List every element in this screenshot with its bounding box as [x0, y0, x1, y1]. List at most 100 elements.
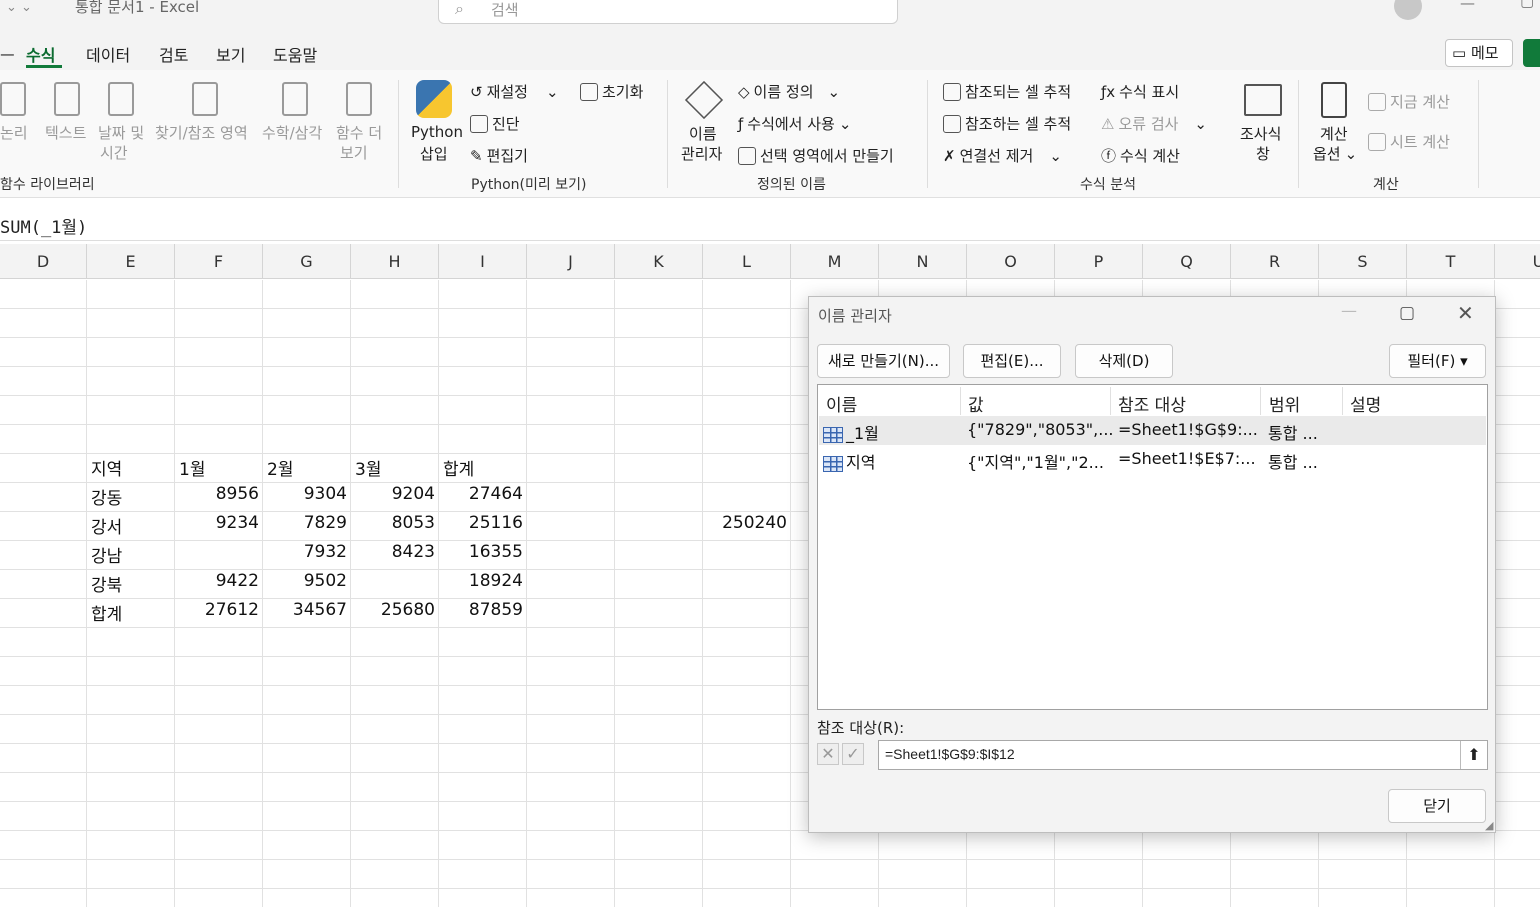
new-name-button[interactable]: 새로 만들기(N)...	[817, 344, 950, 378]
column-header[interactable]: J	[527, 244, 615, 279]
lookup-button[interactable]: 찾기/참조 영역	[155, 122, 248, 143]
cell-value[interactable]: 9502	[263, 571, 347, 591]
cell-value[interactable]: 8053	[351, 513, 435, 533]
tab-help[interactable]: 도움말	[273, 42, 317, 66]
cell-value[interactable]: 9422	[175, 571, 259, 591]
dialog-close-icon[interactable]: ✕	[1457, 301, 1474, 325]
calc-options-button[interactable]: 계산	[1320, 123, 1348, 144]
cell-region[interactable]: 강서	[91, 513, 122, 538]
text-button[interactable]: 텍스트	[45, 122, 86, 143]
cell-region[interactable]: 합계	[91, 600, 122, 625]
python-editor-button[interactable]: ✎ 편집기	[470, 145, 528, 166]
account-avatar[interactable]	[1394, 0, 1422, 20]
dialog-minimize-icon[interactable]: —	[1341, 301, 1357, 320]
share-button[interactable]	[1523, 39, 1540, 67]
memo-button[interactable]: ▭ 메모	[1445, 39, 1513, 67]
cell-value[interactable]: 27612	[175, 600, 259, 620]
cell-value[interactable]: 9204	[351, 484, 435, 504]
cell-header[interactable]: 지역	[91, 455, 122, 480]
refers-to-input[interactable]: =Sheet1!$G$9:$I$12 ⬆	[878, 740, 1488, 770]
column-header[interactable]: D	[0, 244, 87, 279]
python-insert-button[interactable]: Python	[411, 123, 463, 141]
column-header[interactable]: K	[615, 244, 703, 279]
cell-value[interactable]: 9234	[175, 513, 259, 533]
cell-region[interactable]: 강동	[91, 484, 122, 509]
column-header[interactable]: N	[879, 244, 967, 279]
column-header[interactable]: Q	[1143, 244, 1231, 279]
trace-dependents-button[interactable]: 참조하는 셀 추적	[943, 113, 1071, 134]
tab-review[interactable]: 검토	[159, 42, 188, 66]
name-manager-button[interactable]: 이름	[689, 123, 717, 144]
cell-header[interactable]: 1월	[179, 455, 205, 480]
python-init-button[interactable]: 초기화	[580, 81, 643, 102]
cell-value[interactable]: 25116	[439, 513, 523, 533]
calc-sheet-button[interactable]: 시트 계산	[1368, 131, 1450, 152]
cell-region[interactable]: 강남	[91, 542, 122, 567]
cell-value-l[interactable]: 250240	[703, 513, 787, 533]
column-header[interactable]: T	[1407, 244, 1495, 279]
cell-value[interactable]: 87859	[439, 600, 523, 620]
formula-bar[interactable]: SUM(_1월)	[0, 205, 1540, 241]
tab-formulas[interactable]: 수식	[26, 42, 55, 66]
column-header[interactable]: R	[1231, 244, 1319, 279]
cell-value[interactable]: 16355	[439, 542, 523, 562]
confirm-edit-icon[interactable]: ✓	[842, 743, 864, 765]
cell-value[interactable]: 8956	[175, 484, 259, 504]
column-header[interactable]: G	[263, 244, 351, 279]
quick-access-chevron-icon[interactable]: ⌄ ⌄	[6, 0, 32, 15]
names-list[interactable]: 이름 값 참조 대상 범위 설명 _1월 {"7829","8053",... …	[817, 384, 1488, 710]
define-name-button[interactable]: ◇ 이름 정의 ⌄	[738, 81, 840, 102]
cell-header[interactable]: 3월	[355, 455, 381, 480]
logic-button[interactable]: 논리	[0, 122, 28, 143]
close-button[interactable]: 닫기	[1388, 789, 1486, 823]
restore-icon[interactable]: ▢	[1520, 0, 1534, 10]
list-header-comment[interactable]: 설명	[1350, 391, 1381, 416]
column-header[interactable]: E	[87, 244, 175, 279]
formula-text[interactable]: SUM(_1월)	[0, 213, 87, 238]
minimize-icon[interactable]: —	[1460, 0, 1475, 12]
cell-value[interactable]: 8423	[351, 542, 435, 562]
list-header-scope[interactable]: 범위	[1269, 391, 1300, 416]
error-checking-button[interactable]: ⚠ 오류 검사 ⌄	[1101, 113, 1207, 134]
cell-header[interactable]: 2월	[267, 455, 293, 480]
datetime-button[interactable]: 날짜 및	[98, 122, 144, 143]
column-header[interactable]: P	[1055, 244, 1143, 279]
cancel-edit-icon[interactable]: ✕	[817, 743, 839, 765]
list-header-name[interactable]: 이름	[826, 391, 857, 416]
use-in-formula-button[interactable]: ƒ 수식에서 사용 ⌄	[738, 113, 851, 134]
python-diagnostics-button[interactable]: 진단	[470, 113, 520, 134]
list-header-refers[interactable]: 참조 대상	[1118, 391, 1186, 416]
column-header[interactable]: F	[175, 244, 263, 279]
remove-arrows-button[interactable]: ✗ 연결선 제거 ⌄	[943, 145, 1062, 166]
watch-window-button[interactable]: 조사식	[1240, 123, 1281, 144]
cell-value[interactable]: 34567	[263, 600, 347, 620]
column-header[interactable]: L	[703, 244, 791, 279]
math-button[interactable]: 수학/삼각	[262, 122, 322, 143]
cell-value[interactable]: 9304	[263, 484, 347, 504]
edit-name-button[interactable]: 편집(E)...	[963, 344, 1061, 378]
tab-data[interactable]: 데이터	[86, 42, 130, 66]
more-functions-button[interactable]: 함수 더	[336, 122, 382, 143]
python-reset-button[interactable]: ↺ 재설정 ⌄	[470, 81, 559, 102]
column-header[interactable]: I	[439, 244, 527, 279]
cell-region[interactable]: 강북	[91, 571, 122, 596]
column-header[interactable]: S	[1319, 244, 1407, 279]
filter-button[interactable]: 필터(F) ▾	[1389, 344, 1486, 378]
search-box[interactable]: ⌕ 검색	[438, 0, 898, 24]
trace-precedents-button[interactable]: 참조되는 셀 추적	[943, 81, 1071, 102]
list-item[interactable]: _1월 {"7829","8053",... =Sheet1!$G$9:... …	[819, 416, 1486, 445]
create-from-selection-button[interactable]: 선택 영역에서 만들기	[738, 145, 894, 166]
delete-name-button[interactable]: 삭제(D)	[1075, 344, 1173, 378]
cell-header[interactable]: 합계	[443, 455, 474, 480]
cell-value[interactable]: 7829	[263, 513, 347, 533]
column-header[interactable]: H	[351, 244, 439, 279]
cell-value[interactable]: 27464	[439, 484, 523, 504]
evaluate-formula-button[interactable]: ⓕ 수식 계산	[1101, 145, 1180, 166]
cell-value[interactable]: 7932	[263, 542, 347, 562]
list-header-value[interactable]: 값	[968, 391, 984, 416]
resize-grip-icon[interactable]: ◢	[1485, 819, 1493, 832]
list-item[interactable]: 지역 {"지역","1월","2... =Sheet1!$E$7:... 통합 …	[819, 445, 1486, 474]
show-formulas-button[interactable]: ƒx 수식 표시	[1101, 81, 1179, 102]
dialog-maximize-icon[interactable]: ▢	[1399, 303, 1415, 323]
tab-view[interactable]: 보기	[216, 42, 245, 66]
